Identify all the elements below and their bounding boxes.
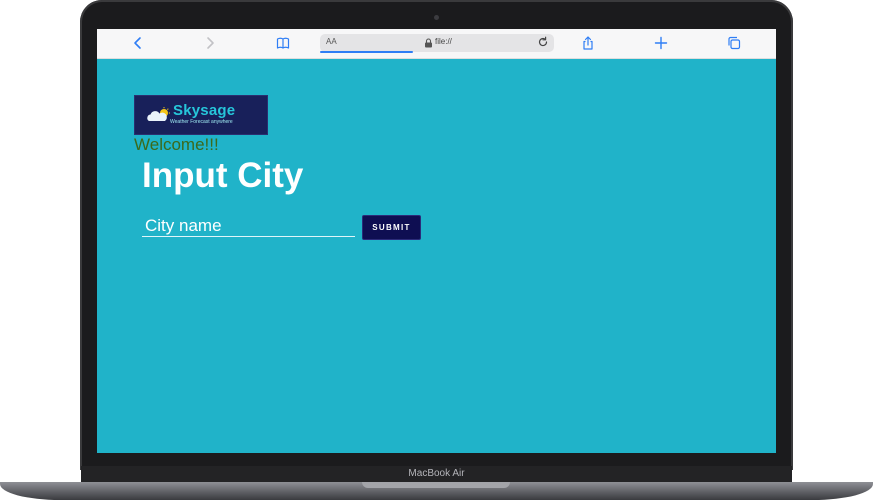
tabs-overview-button[interactable] [724,34,744,52]
city-name-input[interactable] [142,216,355,237]
text-size-button[interactable]: AA [326,37,337,46]
lock-icon [425,38,432,48]
forward-button[interactable] [200,34,220,52]
bookmarks-button[interactable] [273,34,293,52]
chevron-right-icon [207,37,214,49]
book-icon [276,37,290,49]
new-tab-button[interactable] [651,34,671,52]
screen: AA file:// Skysage Weather Forecast anyw… [97,29,776,453]
tabs-icon [728,36,741,50]
laptop-opening-notch [362,482,510,488]
address-bar[interactable]: AA file:// [320,34,554,53]
device-label: MacBook Air [408,468,465,479]
share-button[interactable] [578,34,598,52]
welcome-message: Welcome!!! [134,135,219,154]
browser-toolbar: AA file:// [97,29,776,59]
back-button[interactable] [128,34,148,52]
reload-icon[interactable] [537,36,549,48]
weather-cloud-sun-icon [147,107,170,121]
skysage-logo: Skysage Weather Forecast anywhere [134,95,268,135]
chevron-left-icon [134,37,141,49]
share-icon [583,36,593,50]
camera-icon [434,15,439,20]
address-focus-indicator [320,51,413,53]
logo-name: Skysage [173,102,236,119]
plus-icon [654,36,668,50]
page-title: Input City [142,156,304,195]
laptop-base: MacBook Air [0,466,873,501]
address-url: file:// [435,37,452,46]
logo-tagline: Weather Forecast anywhere [170,119,233,125]
submit-button[interactable]: SUBMIT [362,215,421,240]
web-page: Skysage Weather Forecast anywhere Welcom… [97,58,776,453]
